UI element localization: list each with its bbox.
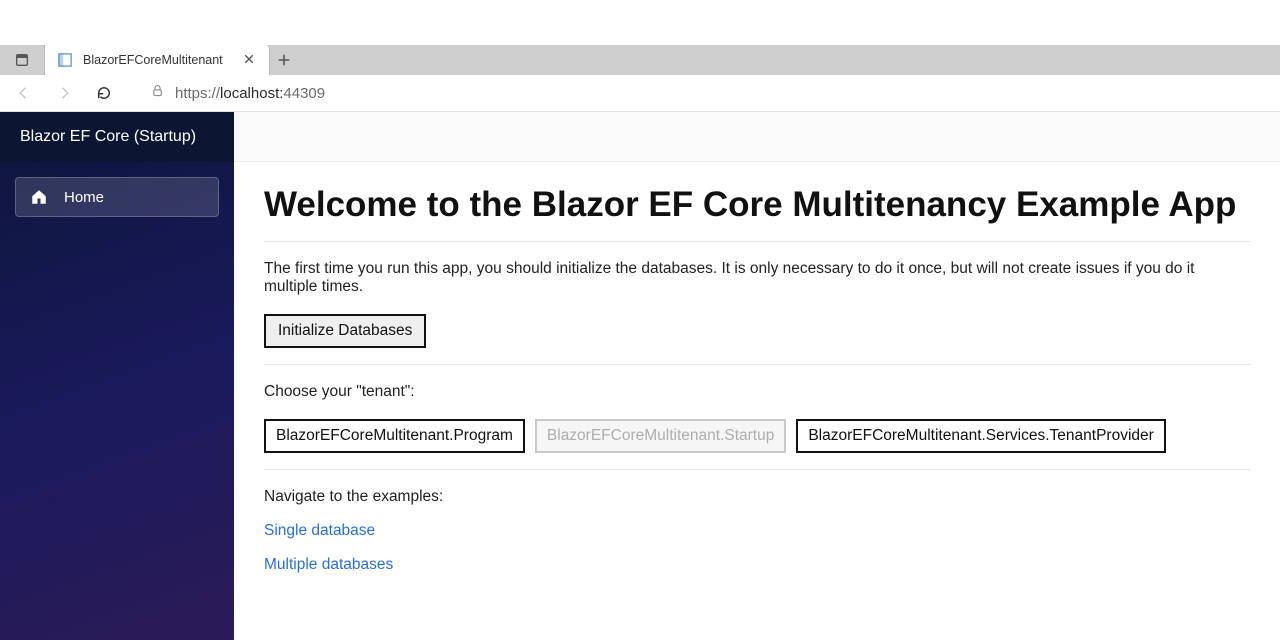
new-tab-button[interactable]: [270, 45, 298, 75]
divider: [264, 469, 1250, 470]
refresh-icon: [95, 84, 113, 102]
content-area: Welcome to the Blazor EF Core Multitenan…: [234, 162, 1280, 640]
navigate-label: Navigate to the examples:: [264, 488, 1250, 506]
content-header: [234, 112, 1280, 162]
tenant-buttons: BlazorEFCoreMultitenant.Program BlazorEF…: [264, 419, 1250, 453]
sidebar-item-home[interactable]: Home: [15, 177, 219, 217]
close-icon: [243, 53, 255, 65]
browser-tab[interactable]: BlazorEFCoreMultitenant: [45, 45, 270, 75]
sidebar-item-label: Home: [64, 189, 104, 206]
tab-overview-icon: [14, 52, 30, 68]
tab-close-button[interactable]: [239, 51, 259, 69]
tab-actions-button[interactable]: [0, 45, 45, 75]
plus-icon: [277, 53, 291, 67]
refresh-button[interactable]: [86, 75, 122, 111]
home-icon: [30, 188, 48, 206]
tenant-button-tenantprovider[interactable]: BlazorEFCoreMultitenant.Services.TenantP…: [796, 419, 1165, 453]
forward-button[interactable]: [46, 75, 82, 111]
initialize-db-button[interactable]: Initialize Databases: [264, 314, 426, 348]
arrow-right-icon: [55, 84, 73, 102]
url-scheme: https://: [175, 85, 220, 102]
tenant-button-startup: BlazorEFCoreMultitenant.Startup: [535, 419, 786, 453]
window-top-spacer: [0, 0, 1280, 45]
lock-icon: [150, 83, 165, 103]
tab-favicon-icon: [57, 52, 73, 68]
page-title: Welcome to the Blazor EF Core Multitenan…: [264, 185, 1250, 225]
arrow-left-icon: [15, 84, 33, 102]
content-column: Welcome to the Blazor EF Core Multitenan…: [234, 112, 1280, 640]
intro-text: The first time you run this app, you sho…: [264, 260, 1250, 296]
sidebar: Blazor EF Core (Startup) Home: [0, 112, 234, 640]
url-text: https://localhost:44309: [175, 85, 325, 102]
app-root: Blazor EF Core (Startup) Home Welcome to…: [0, 112, 1280, 640]
back-button[interactable]: [6, 75, 42, 111]
url-port: 44309: [283, 85, 325, 102]
browser-tabbar: BlazorEFCoreMultitenant: [0, 45, 1280, 75]
tenant-button-program[interactable]: BlazorEFCoreMultitenant.Program: [264, 419, 525, 453]
link-multiple-db[interactable]: Multiple databases: [264, 556, 393, 574]
link-single-db[interactable]: Single database: [264, 522, 375, 540]
address-bar[interactable]: https://localhost:44309: [140, 79, 1274, 107]
divider: [264, 364, 1250, 365]
url-host: localhost:: [220, 85, 283, 102]
sidebar-nav: Home: [0, 162, 234, 232]
brand-title: Blazor EF Core (Startup): [0, 112, 234, 162]
tab-title: BlazorEFCoreMultitenant: [83, 53, 229, 67]
choose-tenant-label: Choose your "tenant":: [264, 383, 1250, 401]
divider: [264, 241, 1250, 242]
browser-toolbar: https://localhost:44309: [0, 75, 1280, 112]
